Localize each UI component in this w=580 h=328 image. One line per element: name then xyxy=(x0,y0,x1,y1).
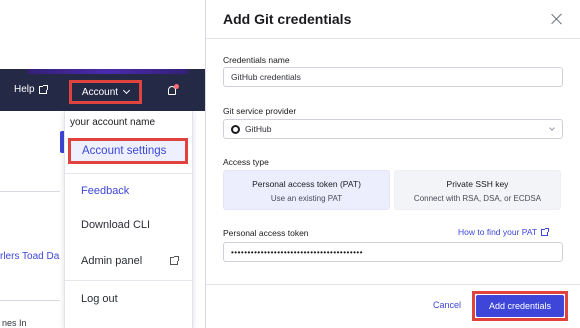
menu-divider xyxy=(65,280,192,281)
modal-footer-divider xyxy=(206,284,580,285)
divider xyxy=(0,300,60,301)
truncated-text: nes In xyxy=(2,318,27,328)
access-type-options: Personal access token (PAT) Use an exist… xyxy=(223,170,563,210)
account-name: your account name xyxy=(70,117,156,128)
add-git-credentials-modal: Add Git credentials Credentials name Git… xyxy=(205,0,580,328)
menu-item-admin-panel[interactable]: Admin panel xyxy=(65,244,192,278)
option-subtitle: Use an existing PAT xyxy=(270,194,343,203)
token-masked-value: •••••••••••••••••••••••••••••••••••••••• xyxy=(231,247,364,257)
menu-item-log-out[interactable]: Log out xyxy=(65,282,192,316)
github-icon xyxy=(231,124,240,134)
menu-item-feedback[interactable]: Feedback xyxy=(65,174,192,208)
option-subtitle: Connect with RSA, DSA, or ECDSA xyxy=(413,194,542,203)
token-label: Personal access token xyxy=(223,228,309,238)
credentials-name-value: GitHub credentials xyxy=(231,72,301,82)
close-icon[interactable] xyxy=(550,12,564,26)
account-menu-button[interactable]: Account xyxy=(69,80,142,104)
menu-item-download-cli[interactable]: Download CLI xyxy=(65,208,192,242)
help-link[interactable]: Help xyxy=(14,84,48,95)
external-link-icon xyxy=(170,256,179,265)
find-pat-help-link[interactable]: How to find your PAT xyxy=(458,227,550,237)
access-type-pat-option[interactable]: Personal access token (PAT) Use an exist… xyxy=(223,170,390,210)
git-provider-label: Git service provider xyxy=(223,106,297,116)
option-title: Private SSH key xyxy=(446,179,509,189)
notification-dot xyxy=(174,84,179,89)
menu-item-account-settings[interactable]: Account settings xyxy=(68,138,188,164)
access-type-ssh-option[interactable]: Private SSH key Connect with RSA, DSA, o… xyxy=(394,170,561,210)
notification-bell-icon[interactable] xyxy=(166,84,179,98)
credentials-name-label: Credentials name xyxy=(223,55,290,65)
find-pat-label: How to find your PAT xyxy=(458,227,538,237)
add-credentials-highlight: Add credentials xyxy=(472,291,568,321)
option-title: Personal access token (PAT) xyxy=(252,179,361,189)
cancel-button[interactable]: Cancel xyxy=(433,300,461,310)
token-input[interactable]: •••••••••••••••••••••••••••••••••••••••• xyxy=(223,242,563,262)
modal-title: Add Git credentials xyxy=(223,11,352,27)
account-dropdown-menu: your account name Account settings Feedb… xyxy=(64,111,193,328)
external-link-icon xyxy=(541,227,550,236)
app-background: Help Account rlers Toad Da nes In your a… xyxy=(0,0,205,328)
chevron-down-icon xyxy=(123,86,131,95)
git-provider-select[interactable]: GitHub xyxy=(223,119,563,139)
add-credentials-button[interactable]: Add credentials xyxy=(476,295,564,317)
admin-panel-label: Admin panel xyxy=(81,255,143,267)
help-label: Help xyxy=(14,84,35,95)
git-provider-value: GitHub xyxy=(245,124,272,134)
screenshot: Help Account rlers Toad Da nes In your a… xyxy=(0,0,580,328)
chevron-down-icon xyxy=(549,125,555,131)
nav-accent-glow xyxy=(28,69,188,74)
access-type-label: Access type xyxy=(223,157,269,167)
external-link-icon xyxy=(38,84,48,94)
modal-header-divider xyxy=(206,38,580,39)
credentials-name-input[interactable]: GitHub credentials xyxy=(223,67,563,87)
divider xyxy=(0,191,60,192)
account-label: Account xyxy=(81,86,119,98)
project-link[interactable]: rlers Toad Da xyxy=(0,251,59,262)
